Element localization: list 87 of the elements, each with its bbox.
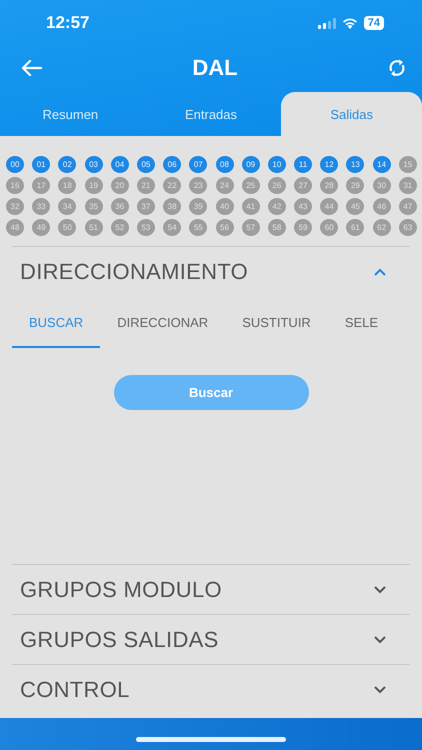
sub-tab[interactable]: DIRECCIONAR [100, 298, 226, 348]
output-indicator: 49 [32, 219, 50, 236]
output-indicator: 34 [58, 198, 76, 215]
output-indicator: 52 [110, 219, 129, 236]
section-title: DIRECCIONAMIENTO [20, 258, 248, 284]
output-indicator: 17 [32, 177, 50, 194]
output-indicator: 51 [84, 219, 103, 236]
search-button[interactable]: Buscar [114, 375, 308, 410]
output-indicator: 54 [163, 219, 182, 236]
output-indicator: 45 [346, 198, 364, 215]
output-indicator: 10 [268, 156, 286, 173]
output-indicator: 13 [346, 156, 364, 173]
output-indicator: 58 [268, 219, 286, 236]
signal-icon [318, 18, 336, 28]
output-indicator: 27 [294, 177, 312, 194]
output-indicator: 36 [110, 198, 129, 215]
section-title: GRUPOS MODULO [20, 576, 222, 602]
section-title: GRUPOS SALIDAS [20, 626, 219, 652]
output-indicator: 03 [84, 156, 103, 173]
sub-tab[interactable]: SELE [328, 298, 396, 348]
output-indicator: 05 [136, 156, 155, 173]
tab[interactable]: Entradas [140, 92, 282, 136]
output-indicator: 60 [320, 219, 338, 236]
status-time: 12:57 [46, 13, 90, 33]
output-indicator: 11 [294, 156, 312, 173]
output-indicator: 62 [372, 219, 391, 236]
chevron-down-icon[interactable] [374, 686, 386, 694]
output-indicator: 37 [136, 198, 155, 215]
refresh-icon[interactable] [388, 58, 406, 78]
screen-title: DAL [192, 55, 238, 81]
battery-icon: 74 [364, 16, 384, 30]
output-indicator: 14 [372, 156, 391, 173]
output-indicator: 08 [216, 156, 234, 173]
output-indicator: 26 [268, 177, 286, 194]
output-indicator: 28 [320, 177, 338, 194]
output-indicator: 61 [346, 219, 364, 236]
output-indicator: 41 [242, 198, 260, 215]
output-indicator: 29 [346, 177, 364, 194]
output-indicator: 38 [163, 198, 182, 215]
output-indicator: 30 [372, 177, 391, 194]
output-indicator: 63 [398, 219, 417, 236]
output-indicator: 19 [84, 177, 103, 194]
output-indicator: 23 [189, 177, 208, 194]
output-indicator: 50 [58, 219, 76, 236]
output-indicator: 47 [398, 198, 417, 215]
output-indicator: 18 [58, 177, 76, 194]
output-indicator: 53 [136, 219, 155, 236]
output-indicator: 55 [189, 219, 208, 236]
output-indicator: 42 [268, 198, 286, 215]
output-indicator: 20 [110, 177, 129, 194]
output-indicator: 06 [163, 156, 182, 173]
tab[interactable]: Resumen [0, 92, 141, 136]
output-indicator: 46 [372, 198, 391, 215]
output-indicator: 01 [32, 156, 50, 173]
sub-tab[interactable]: BUSCAR [12, 298, 100, 348]
output-indicator: 24 [216, 177, 234, 194]
output-indicator: 32 [6, 198, 24, 215]
chevron-down-icon[interactable] [374, 636, 386, 644]
chevron-up-icon[interactable] [374, 268, 386, 276]
output-indicator: 33 [32, 198, 50, 215]
output-indicator: 04 [110, 156, 129, 173]
wifi-icon [342, 17, 358, 29]
output-indicator: 00 [6, 156, 24, 173]
output-indicator: 09 [242, 156, 260, 173]
output-indicator: 22 [163, 177, 182, 194]
output-indicator: 39 [189, 198, 208, 215]
output-indicator: 43 [294, 198, 312, 215]
output-indicator: 07 [189, 156, 208, 173]
output-indicator: 40 [216, 198, 234, 215]
back-arrow-icon[interactable] [22, 60, 42, 76]
output-indicator: 56 [216, 219, 234, 236]
section-title: CONTROL [20, 676, 130, 702]
output-indicator: 16 [6, 177, 24, 194]
output-indicator: 35 [84, 198, 103, 215]
output-indicator: 59 [294, 219, 312, 236]
output-indicator: 15 [398, 156, 417, 173]
chevron-down-icon[interactable] [374, 586, 386, 594]
output-indicator: 02 [58, 156, 76, 173]
output-indicator: 12 [320, 156, 338, 173]
output-indicator: 44 [320, 198, 338, 215]
output-indicator: 48 [6, 219, 24, 236]
output-indicator: 57 [242, 219, 260, 236]
output-indicator: 21 [136, 177, 155, 194]
tab[interactable]: Salidas [281, 92, 422, 136]
output-indicator: 25 [242, 177, 260, 194]
sub-tab[interactable]: SUSTITUIR [225, 298, 328, 348]
output-indicator: 31 [398, 177, 417, 194]
